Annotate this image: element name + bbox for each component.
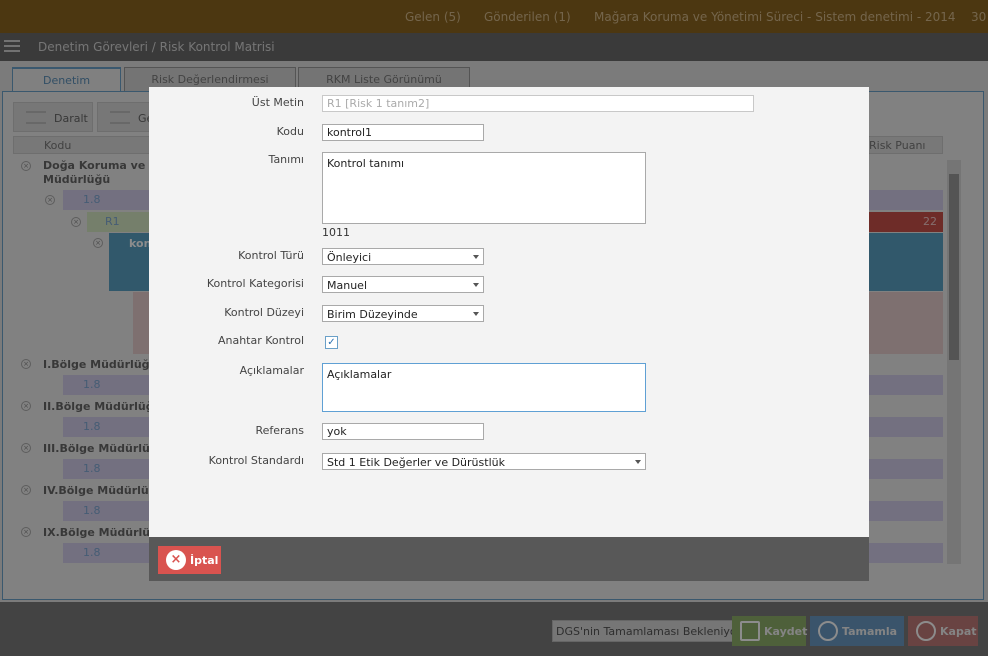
control-edit-dialog: Üst Metin R1 [Risk 1 tanım2] Kodu kontro… — [149, 87, 869, 581]
kodu-field[interactable]: kontrol1 — [322, 124, 484, 141]
cancel-button[interactable]: × İptal — [158, 546, 221, 574]
tanimi-textarea[interactable]: Kontrol tanımı — [322, 152, 646, 224]
kontrol-duzeyi-value: Birim Düzeyinde — [327, 308, 418, 321]
kontrol-kategorisi-label: Kontrol Kategorisi — [206, 277, 304, 290]
dialog-footer: × İptal — [149, 537, 869, 581]
anahtar-kontrol-checkbox[interactable]: ✓ — [325, 336, 338, 349]
kontrol-turu-select[interactable]: Önleyici — [322, 248, 484, 265]
char-counter: 1011 — [322, 226, 350, 239]
kontrol-standardi-label: Kontrol Standardı — [208, 454, 304, 467]
kontrol-turu-label: Kontrol Türü — [238, 249, 304, 262]
chevron-down-icon — [473, 283, 479, 287]
kontrol-turu-value: Önleyici — [327, 251, 372, 264]
kontrol-kategorisi-value: Manuel — [327, 279, 367, 292]
aciklamalar-textarea[interactable]: Açıklamalar — [322, 363, 646, 412]
chevron-down-icon — [635, 460, 641, 464]
tanimi-label: Tanımı — [268, 153, 304, 166]
chevron-down-icon — [473, 312, 479, 316]
kontrol-kategorisi-select[interactable]: Manuel — [322, 276, 484, 293]
ust-metin-label: Üst Metin — [251, 96, 304, 109]
kodu-label: Kodu — [276, 125, 304, 138]
ust-metin-field: R1 [Risk 1 tanım2] — [322, 95, 754, 112]
referans-field[interactable]: yok — [322, 423, 484, 440]
referans-label: Referans — [255, 424, 304, 437]
close-icon: × — [166, 550, 186, 570]
anahtar-kontrol-label: Anahtar Kontrol — [217, 334, 304, 347]
kontrol-duzeyi-select[interactable]: Birim Düzeyinde — [322, 305, 484, 322]
kontrol-duzeyi-label: Kontrol Düzeyi — [224, 306, 304, 319]
chevron-down-icon — [473, 255, 479, 259]
kontrol-standardi-select[interactable]: Std 1 Etik Değerler ve Dürüstlük — [322, 453, 646, 470]
cancel-label: İptal — [190, 554, 219, 567]
aciklamalar-label: Açıklamalar — [239, 364, 304, 377]
kontrol-standardi-value: Std 1 Etik Değerler ve Dürüstlük — [327, 456, 505, 469]
